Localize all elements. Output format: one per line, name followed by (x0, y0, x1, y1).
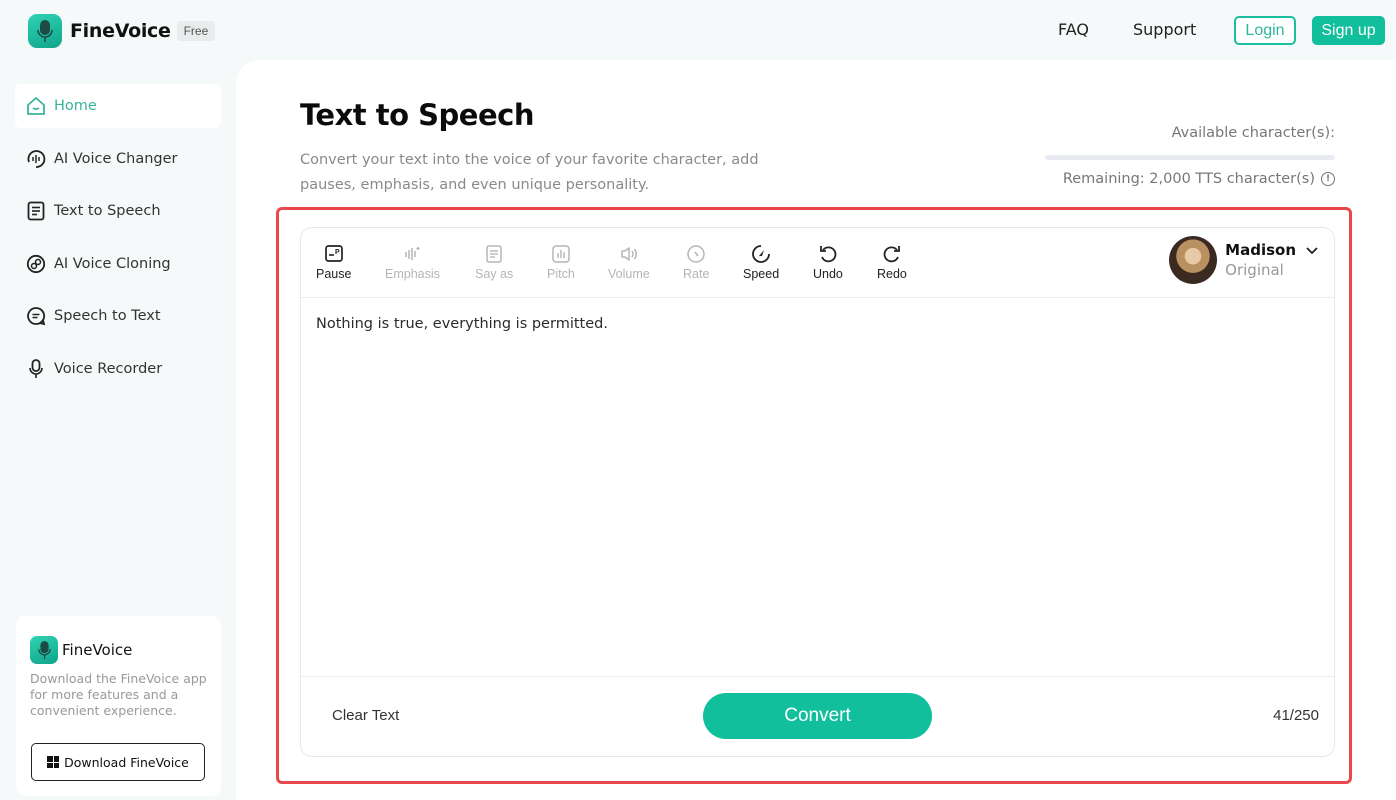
sidebar-item-label: Home (54, 98, 97, 114)
editor-toolbar: P Pause Emphasis Say as Pitch Volume Rat… (301, 228, 1334, 298)
editor-footer: Clear Text Convert 41/250 (301, 676, 1334, 756)
pitch-label: Pitch (547, 267, 575, 281)
sidebar: Home AI Voice Changer Text to Speech AI … (0, 60, 236, 800)
svg-text:P: P (335, 249, 340, 256)
clear-text-button[interactable]: Clear Text (332, 707, 399, 724)
download-app-button[interactable]: Download FineVoice (31, 743, 205, 781)
windows-icon (47, 756, 60, 768)
pitch-tool[interactable]: Pitch (547, 242, 575, 281)
available-characters-bar (1045, 155, 1335, 160)
emphasis-icon (402, 242, 422, 266)
main-panel: Text to Speech Convert your text into th… (236, 60, 1396, 800)
sidebar-item-label: AI Voice Cloning (54, 256, 171, 272)
page-description: Convert your text into the voice of your… (300, 152, 759, 193)
chevron-down-icon (1306, 241, 1318, 259)
rate-label: Rate (683, 267, 710, 281)
microphone-icon (25, 358, 47, 380)
info-icon[interactable]: ! (1321, 172, 1335, 186)
undo-icon (818, 242, 838, 266)
voice-selector[interactable]: Madison Original (1169, 236, 1318, 284)
sidebar-item-ai-voice-changer[interactable]: AI Voice Changer (15, 137, 221, 181)
promo-title: FineVoice (62, 641, 133, 659)
rate-icon (686, 242, 706, 266)
cloning-icon (25, 253, 47, 275)
say-as-icon (484, 242, 504, 266)
say-as-tool[interactable]: Say as (475, 242, 513, 281)
microphone-logo-icon (30, 636, 58, 664)
nav-support[interactable]: Support (1133, 20, 1196, 39)
redo-label: Redo (877, 267, 907, 281)
voice-avatar (1169, 236, 1218, 284)
remaining-characters-text: Remaining: 2,000 TTS character(s) (1062, 171, 1315, 187)
text-input[interactable]: Nothing is true, everything is permitted… (316, 316, 1316, 332)
voice-changer-icon (25, 148, 47, 170)
speed-icon (751, 242, 771, 266)
character-counter: 41/250 (1273, 707, 1319, 724)
sidebar-item-speech-to-text[interactable]: Speech to Text (15, 294, 221, 338)
speed-tool[interactable]: Speed (743, 242, 779, 281)
pause-icon: P (324, 242, 344, 266)
redo-icon (882, 242, 902, 266)
sidebar-item-voice-recorder[interactable]: Voice Recorder (15, 347, 221, 391)
available-characters-label: Available character(s): (1171, 125, 1335, 141)
sidebar-item-home[interactable]: Home (15, 84, 221, 128)
promo-text: Download the FineVoice app for more feat… (30, 671, 207, 718)
download-app-label: Download FineVoice (64, 754, 189, 770)
sidebar-item-label: Voice Recorder (54, 361, 163, 377)
brand-logo[interactable]: FineVoice Free (28, 14, 216, 48)
page-title: Text to Speech (300, 98, 534, 132)
brand-name: FineVoice (70, 20, 171, 42)
rate-tool[interactable]: Rate (683, 242, 709, 281)
document-icon (25, 200, 47, 222)
pitch-icon (551, 242, 571, 266)
home-icon (25, 95, 47, 117)
remaining-characters: Remaining: 2,000 TTS character(s) ! (1063, 171, 1335, 187)
emphasis-label: Emphasis (385, 267, 440, 281)
redo-tool[interactable]: Redo (877, 242, 907, 281)
chat-icon (25, 305, 47, 327)
plan-badge: Free (176, 21, 216, 41)
login-button[interactable]: Login (1234, 16, 1296, 45)
sidebar-item-text-to-speech[interactable]: Text to Speech (15, 189, 221, 233)
tts-editor: P Pause Emphasis Say as Pitch Volume Rat… (300, 227, 1335, 757)
signup-button[interactable]: Sign up (1312, 16, 1385, 45)
volume-icon (619, 242, 639, 266)
volume-tool[interactable]: Volume (608, 242, 650, 281)
voice-type: Original (1225, 261, 1284, 279)
voice-name: Madison (1225, 241, 1296, 259)
undo-label: Undo (813, 267, 843, 281)
pause-label: Pause (316, 267, 352, 281)
convert-button[interactable]: Convert (703, 693, 932, 739)
microphone-logo-icon (28, 14, 62, 48)
sidebar-item-label: AI Voice Changer (54, 151, 178, 167)
speed-label: Speed (743, 267, 780, 281)
top-header: FineVoice Free FAQ Support Login Sign up (0, 0, 1396, 60)
sidebar-item-label: Text to Speech (54, 203, 161, 219)
say-as-label: Say as (475, 267, 514, 281)
sidebar-item-label: Speech to Text (54, 308, 161, 324)
volume-label: Volume (608, 267, 650, 281)
pause-tool[interactable]: P Pause (316, 242, 351, 281)
nav-faq[interactable]: FAQ (1058, 20, 1089, 39)
sidebar-item-ai-voice-cloning[interactable]: AI Voice Cloning (15, 242, 221, 286)
download-promo-card: FineVoice Download the FineVoice app for… (16, 616, 221, 796)
emphasis-tool[interactable]: Emphasis (385, 242, 440, 281)
undo-tool[interactable]: Undo (813, 242, 843, 281)
